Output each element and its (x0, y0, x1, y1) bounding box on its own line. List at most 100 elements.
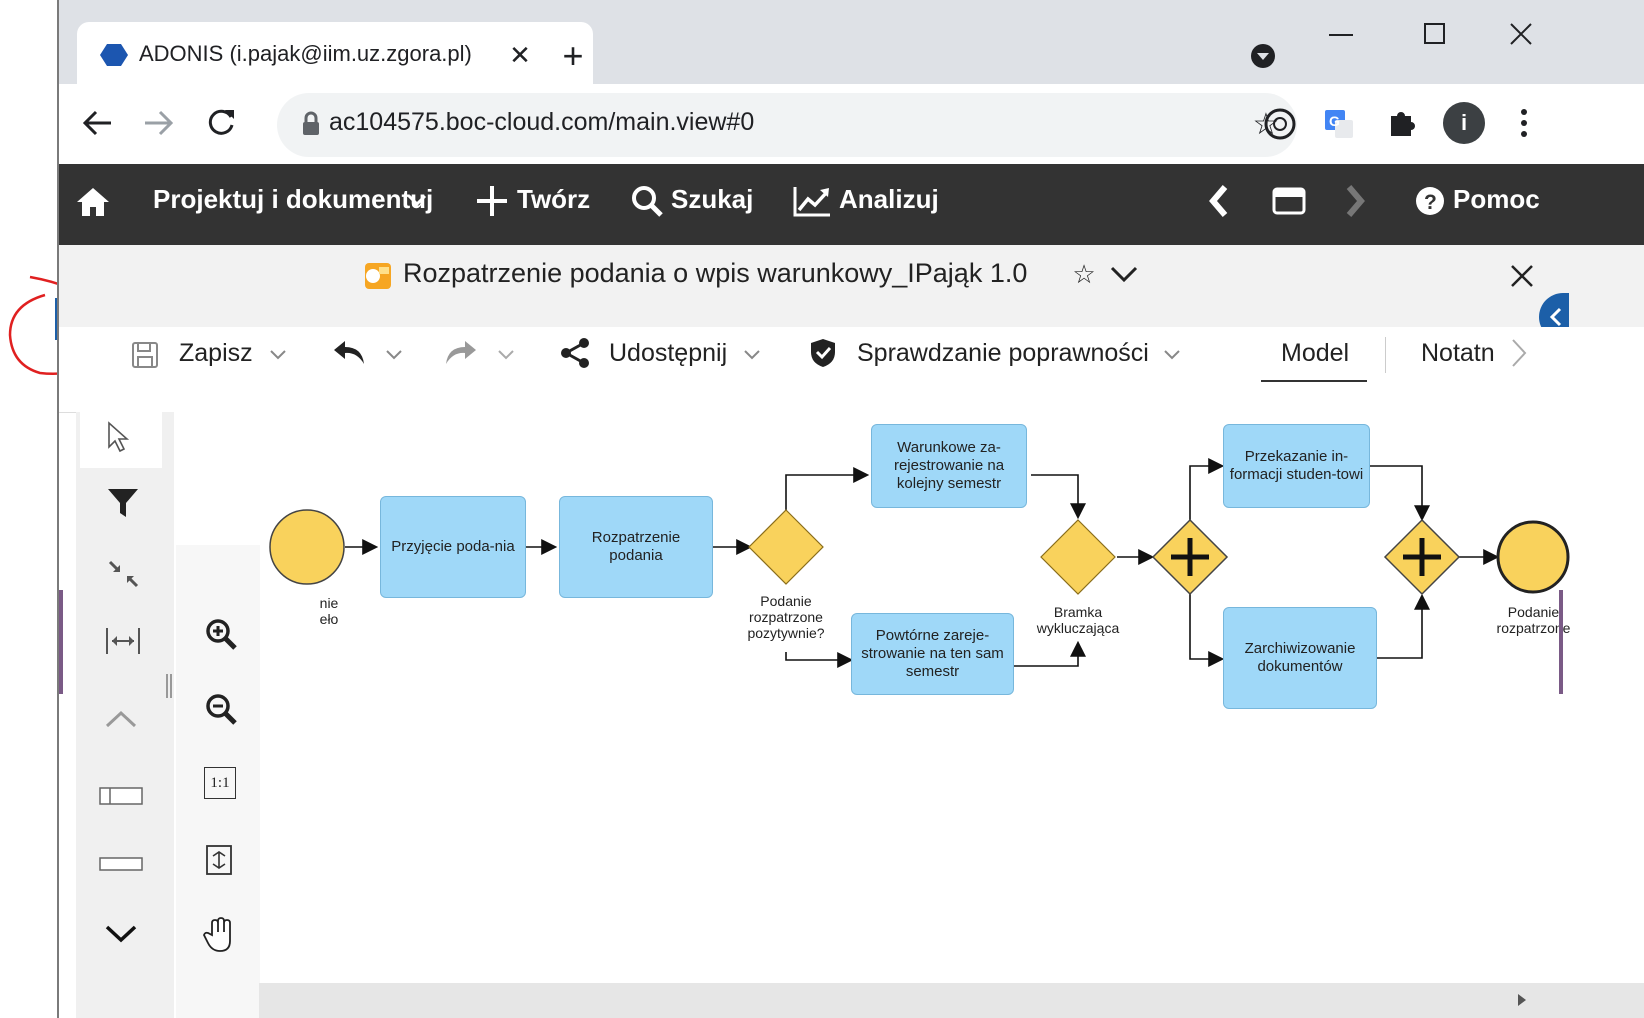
omnibox[interactable]: ac104575.boc-cloud.com/main.view#0 ☆ (277, 93, 1297, 157)
redo-icon[interactable] (443, 337, 479, 367)
lock-icon (303, 111, 319, 135)
pointer-arrow-icon (108, 421, 130, 453)
task-review-application[interactable]: Rozpatrzenie podania (559, 496, 713, 598)
filter-icon[interactable] (106, 487, 140, 519)
search-icon[interactable] (630, 184, 664, 218)
pan-hand-icon[interactable] (202, 917, 236, 953)
extension-icon[interactable] (1262, 106, 1298, 142)
tab-title: ADONIS (i.pajak@iim.uz.zgora.pl) (139, 41, 472, 66)
redo-dropdown-icon[interactable] (497, 349, 515, 361)
url-text: ac104575.boc-cloud.com/main.view#0 (329, 108, 755, 136)
browser-tab[interactable]: ADONIS (i.pajak@iim.uz.zgora.pl) ✕ (77, 22, 593, 84)
tabs-scroll-right-icon[interactable] (1509, 337, 1529, 369)
menu-search[interactable]: Szukaj (671, 184, 753, 215)
scroll-up-icon[interactable] (104, 709, 138, 729)
window-close-icon[interactable] (1509, 22, 1533, 46)
home-icon[interactable] (75, 186, 111, 218)
scroll-right-arrow-icon[interactable] (1515, 991, 1529, 1009)
undo-dropdown-icon[interactable] (385, 349, 403, 361)
task-receive-application[interactable]: Przyjęcie poda-nia (380, 496, 526, 598)
zoom-in-icon[interactable] (204, 617, 238, 651)
end-event-label: Podanie rozpatrzone (1496, 604, 1571, 636)
task-repeat-registration[interactable]: Powtórne zareje-strowanie na ten sam sem… (851, 613, 1014, 695)
splitter-handle[interactable] (166, 674, 172, 698)
right-edge-bar (1559, 590, 1563, 694)
new-tab-button[interactable]: + (553, 35, 593, 76)
window-minimize-icon[interactable] (1327, 28, 1355, 42)
horizontal-scrollbar[interactable] (259, 983, 1644, 1018)
left-edge-bar (59, 590, 63, 694)
menu-design[interactable]: Projektuj i dokumentuj (153, 184, 433, 215)
undo-icon[interactable] (331, 337, 367, 367)
tab-divider (1385, 337, 1386, 373)
end-event[interactable] (1496, 520, 1570, 594)
model-title-bar: Rozpatrzenie podania o wpis warunkowy_IP… (59, 245, 1644, 327)
save-disk-icon[interactable] (131, 341, 159, 369)
window-maximize-icon[interactable] (1423, 22, 1447, 46)
pool-shape-icon[interactable] (98, 854, 144, 874)
tab-strip: ADONIS (i.pajak@iim.uz.zgora.pl) ✕ + (59, 0, 1644, 84)
help-icon[interactable]: ? (1415, 186, 1445, 216)
tab-model[interactable]: Model (1281, 339, 1349, 368)
tool-palette (76, 406, 174, 1018)
fit-width-icon[interactable] (104, 626, 142, 656)
chevron-left-icon (1549, 307, 1562, 327)
chevron-down-icon[interactable] (407, 194, 427, 208)
task-conditional-registration[interactable]: Warunkowe za-rejestrowanie na kolejny se… (871, 424, 1027, 508)
share-dropdown-icon[interactable] (743, 349, 761, 361)
tab-model-underline (1261, 380, 1367, 382)
model-title: Rozpatrzenie podania o wpis warunkowy_IP… (403, 258, 1028, 288)
scroll-down-icon[interactable] (104, 924, 138, 944)
translate-icon[interactable]: G (1321, 106, 1357, 142)
validation-dropdown-icon[interactable] (1163, 349, 1181, 361)
task-archive-documents[interactable]: Zarchiwizowanie dokumentów (1223, 607, 1377, 709)
exclusive-gateway-2[interactable] (1040, 519, 1116, 595)
lane-shape-icon[interactable] (98, 784, 144, 808)
pointer-tool[interactable] (80, 406, 162, 468)
model-toolbar: Zapisz Udostępnij Sprawdzanie poprawnośc… (59, 327, 1644, 413)
tab-search-icon[interactable] (1249, 42, 1277, 70)
svg-text:?: ? (1424, 191, 1437, 214)
start-event[interactable] (269, 509, 345, 585)
forward-arrow-icon[interactable] (143, 108, 175, 138)
tab-notes[interactable]: Notatn (1421, 339, 1495, 368)
app-navbar: Projektuj i dokumentuj Twórz Szukaj Anal… (59, 164, 1644, 245)
validation-button[interactable]: Sprawdzanie poprawności (857, 339, 1149, 368)
save-button[interactable]: Zapisz (179, 339, 253, 368)
back-arrow-icon[interactable] (81, 108, 113, 138)
save-dropdown-icon[interactable] (269, 349, 287, 361)
analyze-chart-icon[interactable] (792, 184, 832, 218)
reload-icon[interactable] (205, 106, 237, 138)
task-inform-student[interactable]: Przekazanie in-formacji studen-towi (1223, 424, 1370, 508)
model-type-icon (365, 263, 391, 289)
nav-back-icon[interactable] (1207, 184, 1229, 218)
plus-icon[interactable] (475, 184, 509, 218)
zoom-panel-top (176, 545, 260, 572)
share-button[interactable]: Udostępnij (609, 339, 727, 368)
fit-page-icon[interactable] (204, 844, 234, 876)
zoom-panel: 1:1 (176, 572, 260, 1018)
gateway-1-label: Podanie rozpatrzone pozytywnie? (747, 593, 825, 641)
title-dropdown-chevron-icon[interactable] (1109, 265, 1139, 285)
menu-create[interactable]: Twórz (517, 184, 590, 215)
browser-menu-icon[interactable] (1517, 106, 1531, 140)
menu-analyze[interactable]: Analizuj (839, 184, 939, 215)
shield-check-icon[interactable] (809, 337, 837, 369)
zoom-reset-button[interactable]: 1:1 (204, 767, 236, 799)
start-event-label: nie eło (319, 595, 339, 627)
collapse-arrows-icon[interactable] (106, 558, 140, 590)
favorite-star-icon[interactable]: ☆ (1069, 259, 1099, 289)
menu-help[interactable]: Pomoc (1453, 184, 1540, 215)
profile-avatar[interactable]: i (1443, 102, 1485, 144)
zoom-out-icon[interactable] (204, 692, 238, 726)
nav-forward-icon[interactable] (1345, 184, 1367, 218)
extensions-puzzle-icon[interactable] (1385, 106, 1419, 140)
modeling-canvas[interactable]: nie eło Przyjęcie poda-nia Rozpatrzenie p… (174, 412, 1644, 986)
browser-window: ADONIS (i.pajak@iim.uz.zgora.pl) ✕ + ac1… (57, 0, 1644, 1018)
tab-close-icon[interactable]: ✕ (505, 40, 535, 70)
share-icon[interactable] (559, 337, 591, 369)
window-icon[interactable] (1271, 186, 1307, 216)
close-model-icon[interactable] (1509, 263, 1535, 289)
exclusive-gateway-1[interactable] (748, 509, 824, 585)
gateway-2-label: Bramka wykluczająca (1036, 604, 1120, 636)
